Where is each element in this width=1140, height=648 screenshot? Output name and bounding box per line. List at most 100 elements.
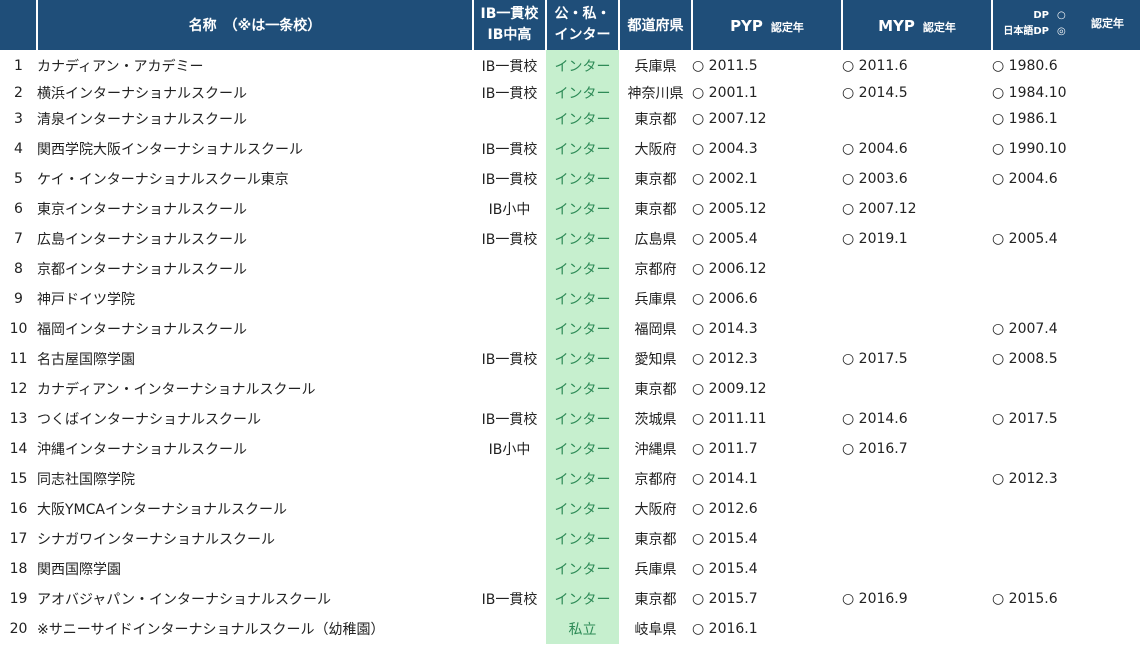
pyp-date: ○ 2014.1: [692, 471, 758, 487]
myp-date: ○ 2016.9: [842, 591, 908, 607]
prefecture: 東京都: [634, 382, 677, 398]
myp-date: [842, 104, 992, 134]
myp-date: [842, 464, 992, 494]
row-number: 4: [14, 141, 23, 157]
dp-date: ○ 1990.10: [992, 141, 1067, 157]
prefecture: 兵庫県: [634, 292, 677, 308]
myp-date: ○ 2016.7: [842, 441, 908, 457]
ib-type: IB一貫校: [481, 86, 538, 102]
table-row: 14 沖縄インターナショナルスクール IB小中 インター 沖縄県 ○ 2011.7 ○ 20…: [0, 434, 1140, 464]
myp-date: [842, 524, 992, 554]
ib-type: [473, 374, 546, 404]
school-type: 私立: [546, 614, 619, 644]
dp-date: [992, 494, 1140, 524]
row-number: 18: [9, 561, 28, 577]
ib-type: IB小中: [488, 442, 531, 458]
school-name: 同志社国際学院: [37, 472, 135, 488]
ib-type: IB一貫校: [481, 59, 538, 75]
dp-date: [992, 554, 1140, 584]
pyp-date: ○ 2011.11: [692, 411, 767, 427]
school-name: 名古屋国際学園: [37, 352, 135, 368]
header-dp-double-circle-symbol: ◎: [1057, 26, 1066, 37]
school-name: 横浜インターナショナルスクール: [37, 86, 247, 102]
ib-type: [473, 254, 546, 284]
school-type: インター: [546, 434, 619, 464]
school-type: インター: [546, 464, 619, 494]
school-type: インター: [546, 374, 619, 404]
row-number: 14: [9, 441, 28, 457]
myp-date: [842, 314, 992, 344]
prefecture: 東京都: [634, 172, 677, 188]
pyp-date: ○ 2011.5: [692, 58, 758, 74]
header-pyp: PYP 認定年: [692, 0, 843, 50]
prefecture: 広島県: [634, 232, 677, 248]
school-name: シナガワインターナショナルスクール: [37, 532, 275, 548]
table-row: 8 京都インターナショナルスクール インター 京都府 ○ 2006.12: [0, 254, 1140, 284]
pyp-date: ○ 2007.12: [692, 111, 767, 127]
ib-type: [473, 104, 546, 134]
dp-date: [992, 254, 1140, 284]
prefecture: 愛知県: [634, 352, 677, 368]
header-japanese-dp-label: 日本語DP: [1003, 26, 1049, 37]
school-name: アオバジャパン・インターナショナルスクール: [37, 592, 331, 608]
myp-date: [842, 374, 992, 404]
row-number: 12: [9, 381, 28, 397]
table-row: 5 ケイ・インターナショナルスクール東京 IB一貫校 インター 東京都 ○ 2002.1 ○…: [0, 164, 1140, 194]
dp-date: [992, 284, 1140, 314]
ib-type: IB一貫校: [481, 412, 538, 428]
dp-date: [992, 524, 1140, 554]
table-row: 19 アオバジャパン・インターナショナルスクール IB一貫校 インター 東京都 ○ 201…: [0, 584, 1140, 614]
prefecture: 神奈川県: [627, 86, 684, 102]
dp-date: [992, 374, 1140, 404]
header-name: 名称 （※は一条校）: [37, 0, 474, 50]
ib-type: IB一貫校: [481, 142, 538, 158]
myp-date: ○ 2011.6: [842, 58, 908, 74]
prefecture: 兵庫県: [634, 59, 677, 75]
row-number: 5: [14, 171, 23, 187]
header-pyp-label: PYP: [730, 16, 763, 35]
header-dp-year-label: 認定年: [1091, 17, 1124, 30]
row-number: 15: [9, 471, 28, 487]
header-prefecture: 都道府県: [619, 0, 693, 50]
school-name: カナディアン・インターナショナルスクール: [37, 382, 316, 398]
prefecture: 沖縄県: [634, 442, 677, 458]
dp-date: ○ 2017.5: [992, 411, 1058, 427]
ib-type: [473, 614, 546, 644]
table-row: 17 シナガワインターナショナルスクール インター 東京都 ○ 2015.4: [0, 524, 1140, 554]
school-type: インター: [546, 224, 619, 254]
header-myp: MYP 認定年: [842, 0, 993, 50]
prefecture: 福岡県: [634, 322, 677, 338]
school-name: 関西学院大阪インターナショナルスクール: [37, 142, 303, 158]
header-dp-circle-symbol: ○: [1057, 10, 1066, 21]
dp-date: ○ 1980.6: [992, 58, 1058, 74]
pyp-date: ○ 2006.12: [692, 261, 767, 277]
dp-date: ○ 2008.5: [992, 351, 1058, 367]
prefecture: 東京都: [634, 592, 677, 608]
table-row: 4 関西学院大阪インターナショナルスクール IB一貫校 インター 大阪府 ○ 2004.3…: [0, 134, 1140, 164]
school-name: ケイ・インターナショナルスクール東京: [37, 172, 289, 188]
table-row: 3 清泉インターナショナルスクール インター 東京都 ○ 2007.12 ○ 1986.1: [0, 104, 1140, 134]
myp-date: ○ 2019.1: [842, 231, 908, 247]
header-dp-label: DP: [1033, 10, 1049, 21]
table-row: 18 関西国際学園 インター 兵庫県 ○ 2015.4: [0, 554, 1140, 584]
school-type: インター: [546, 524, 619, 554]
header-ib: IB一貫校 IB中高: [473, 0, 547, 50]
dp-date: ○ 2007.4: [992, 321, 1058, 337]
ib-type: [473, 314, 546, 344]
header-no: [0, 0, 38, 50]
ib-type: [473, 524, 546, 554]
row-number: 6: [14, 201, 23, 217]
row-number: 16: [9, 501, 28, 517]
pyp-date: ○ 2001.1: [692, 85, 758, 101]
header-myp-label: MYP: [878, 16, 915, 35]
pyp-date: ○ 2011.7: [692, 441, 758, 457]
table-row: 6 東京インターナショナルスクール IB小中 インター 東京都 ○ 2005.12 ○ 20…: [0, 194, 1140, 224]
pyp-date: ○ 2015.4: [692, 561, 758, 577]
dp-date: ○ 2012.3: [992, 471, 1058, 487]
pyp-date: ○ 2005.12: [692, 201, 767, 217]
prefecture: 大阪府: [634, 502, 677, 518]
row-number: 13: [9, 411, 28, 427]
pyp-date: ○ 2004.3: [692, 141, 758, 157]
prefecture: 兵庫県: [634, 562, 677, 578]
header-type-line1: 公・私・: [554, 6, 611, 22]
